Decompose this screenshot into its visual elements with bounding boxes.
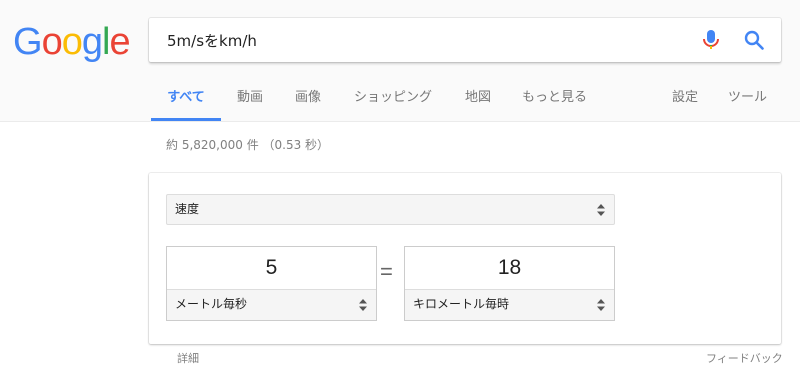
tab-tools[interactable]: ツール [728,80,767,118]
search-icon[interactable] [743,29,765,51]
to-value-input[interactable]: 18 [405,247,614,289]
quantity-select-label: 速度 [175,202,200,216]
updown-arrows-icon [597,203,605,216]
feedback-link[interactable]: フィードバック [706,350,783,366]
to-unit-label: キロメートル毎時 [413,297,510,311]
to-unit-select[interactable]: キロメートル毎時 [405,289,614,320]
tab-maps[interactable]: 地図 [465,80,491,118]
from-value-input[interactable]: 5 [167,247,376,289]
updown-arrows-icon [597,299,605,311]
updown-arrows-icon [359,299,367,311]
search-input[interactable] [167,18,687,62]
tab-settings[interactable]: 設定 [672,80,698,118]
google-logo[interactable]: Google [13,21,131,63]
logo-letter: o [41,21,63,63]
microphone-icon[interactable] [701,29,721,51]
details-link[interactable]: 詳細 [177,350,199,366]
search-tabs: すべて 動画 画像 ショッピング 地図 もっと見る 設定 ツール [0,80,800,121]
result-stats: 約 5,820,000 件 （0.53 秒） [166,138,330,152]
logo-letter: l [101,21,111,63]
logo-letter: G [13,21,43,63]
from-unit-select[interactable]: メートル毎秒 [167,289,376,320]
tab-images[interactable]: 画像 [295,80,321,118]
tab-videos[interactable]: 動画 [237,80,263,118]
quantity-select[interactable]: 速度 [166,194,615,225]
from-unit-field: 5 メートル毎秒 [166,246,377,321]
tab-all[interactable]: すべて [151,80,221,121]
logo-letter: e [109,21,130,63]
to-unit-field: 18 キロメートル毎時 [404,246,615,321]
logo-letter: g [81,21,103,63]
from-unit-label: メートル毎秒 [175,297,248,311]
equals-sign: = [380,259,393,284]
tab-shopping[interactable]: ショッピング [354,80,432,118]
logo-letter: o [61,21,83,63]
tab-more[interactable]: もっと見る [522,80,587,118]
search-box [149,18,781,62]
unit-converter-card: 速度 5 メートル毎秒 = 18 キロメートル毎時 [149,173,781,344]
